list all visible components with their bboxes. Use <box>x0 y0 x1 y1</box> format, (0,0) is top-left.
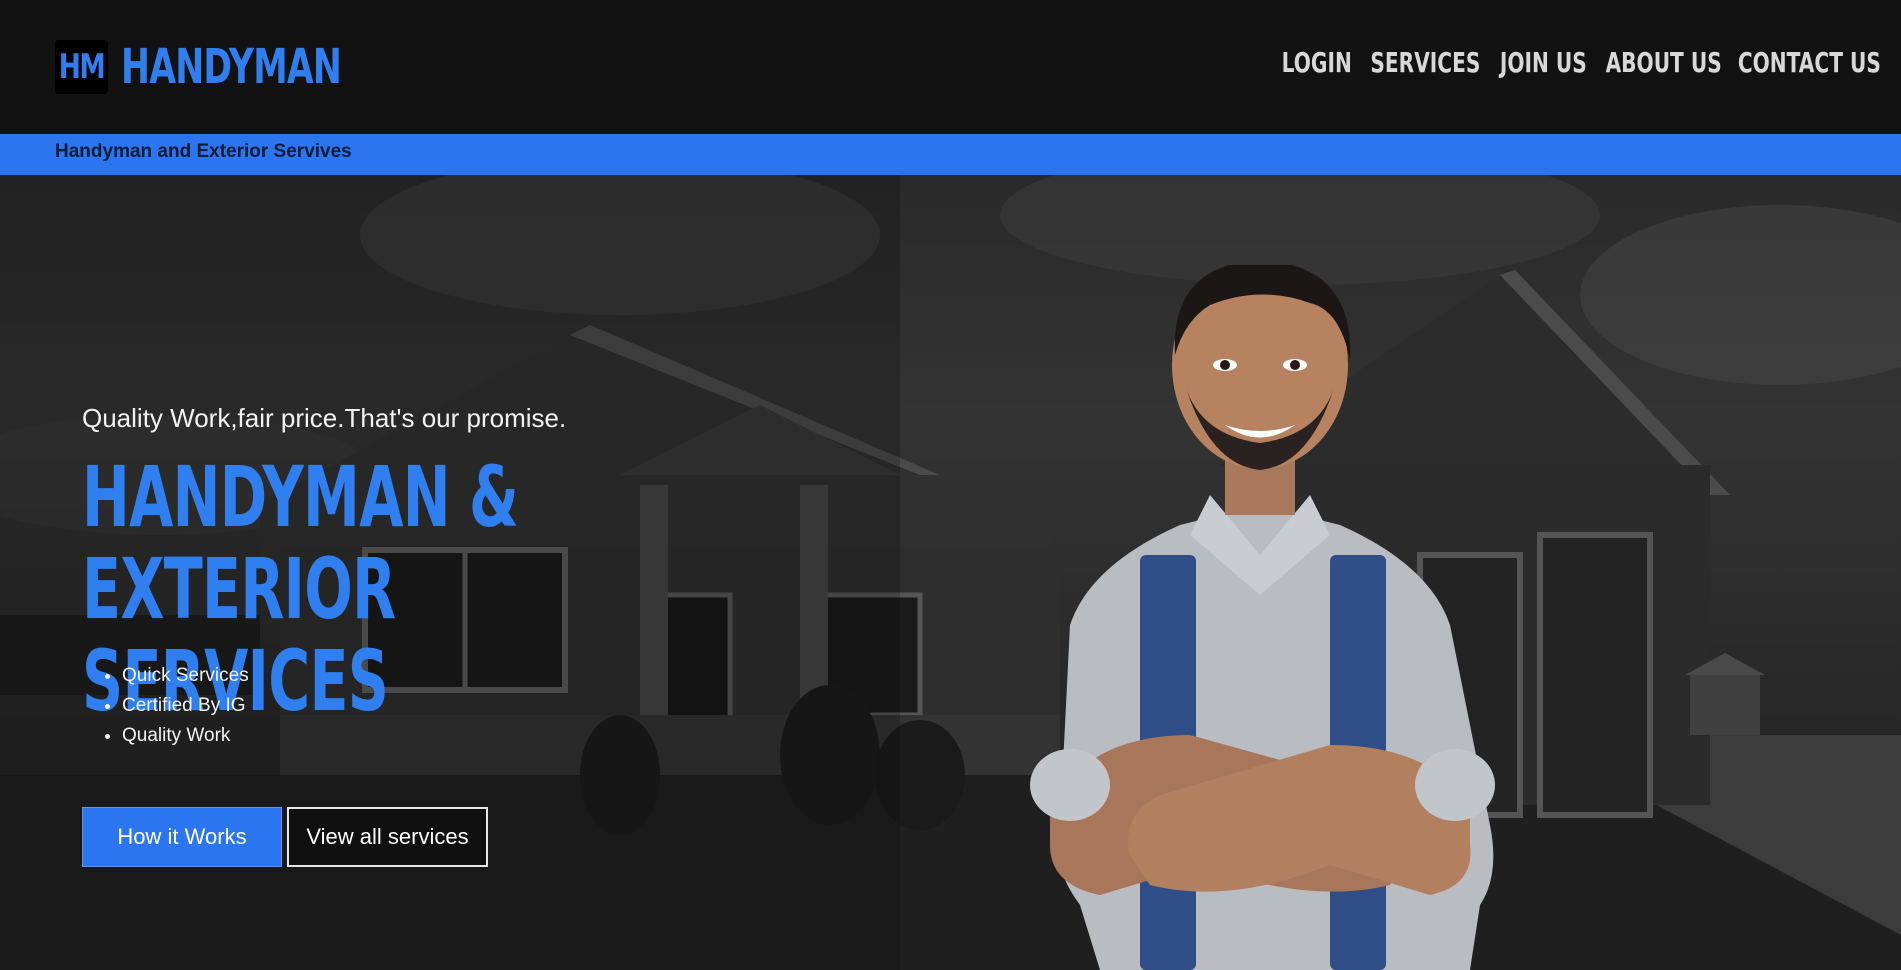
feature-item: Quick Services <box>122 661 249 691</box>
hero-tagline: Quality Work,fair price.That's our promi… <box>82 403 567 433</box>
hero-section: Quality Work,fair price.That's our promi… <box>0 175 1901 970</box>
nav-contact-us[interactable]: CONTACT US <box>1737 46 1880 79</box>
main-nav: LOGIN SERVICES JOIN US ABOUT US CONTACT … <box>1281 46 1887 79</box>
feature-item: Quality Work <box>122 721 249 751</box>
subheader-text: Handyman and Exterior Servives <box>55 141 352 162</box>
feature-item: Certified By IG <box>122 691 249 721</box>
how-it-works-button[interactable]: How it Works <box>82 807 282 867</box>
view-all-services-button[interactable]: View all services <box>287 807 488 867</box>
subheader-bar: Handyman and Exterior Servives <box>0 134 1901 175</box>
hero-headline-line1: HANDYMAN & EXTERIOR <box>82 448 519 638</box>
nav-about-us[interactable]: ABOUT US <box>1606 46 1722 79</box>
nav-login[interactable]: LOGIN <box>1282 46 1352 79</box>
site-header: HM HANDYMAN LOGIN SERVICES JOIN US ABOUT… <box>0 0 1901 134</box>
logo-badge: HM <box>55 40 109 94</box>
site-logo[interactable]: HM HANDYMAN <box>55 39 427 95</box>
nav-services[interactable]: SERVICES <box>1370 46 1480 79</box>
nav-join-us[interactable]: JOIN US <box>1500 46 1587 79</box>
feature-list: Quick Services Certified By IG Quality W… <box>100 661 249 751</box>
handyman-portrait-image <box>1030 265 1495 970</box>
logo-text: HANDYMAN <box>121 39 342 95</box>
